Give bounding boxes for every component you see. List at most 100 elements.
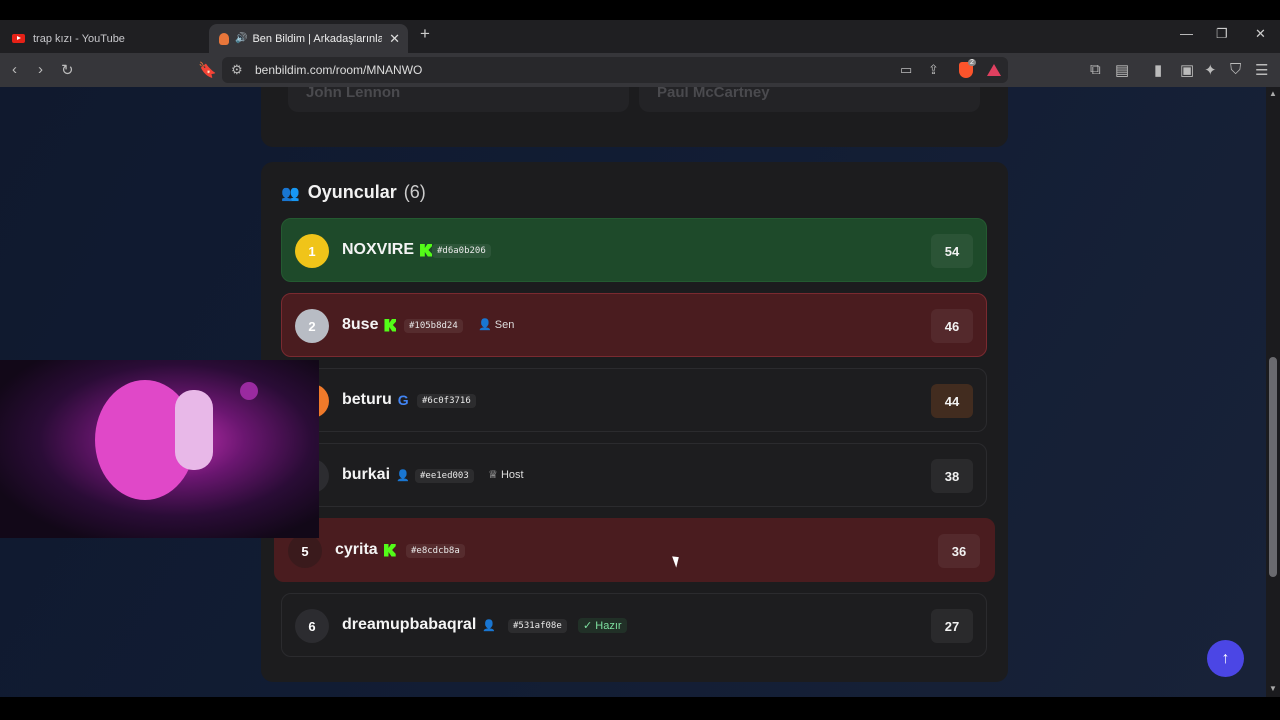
- player-id-tag: #e8cdcb8a: [406, 544, 465, 558]
- new-tab-button[interactable]: +: [420, 24, 430, 44]
- you-text: Sen: [494, 319, 515, 331]
- player-name: dreamupbabaqral: [342, 616, 477, 633]
- reader-icon[interactable]: ▤: [1115, 61, 1129, 79]
- address-bar[interactable]: ⚙ benbildim.com/room/MNANWO ▭ ⇪ 2: [222, 57, 1008, 83]
- page-viewport: John Lennon Paul McCartney 👥 Oyuncular (…: [0, 87, 1266, 697]
- tab-strip: trap kızı - YouTube 🔊 Ben Bildim | Arkad…: [0, 20, 1280, 53]
- brave-rewards-icon[interactable]: [987, 64, 1001, 76]
- rank-badge: 6: [295, 609, 329, 643]
- players-header: 👥 Oyuncular (6): [281, 182, 426, 203]
- player-id-tag: #531af08e: [508, 619, 567, 633]
- you-label: 👤 Sen: [478, 318, 514, 331]
- player-row: 4 burkai 👤 #ee1ed003 ♕ Host 38: [281, 443, 987, 507]
- youtube-icon: [12, 34, 25, 43]
- host-label: ♕ Host: [488, 468, 524, 481]
- player-id-tag: #105b8d24: [404, 319, 463, 333]
- crown-icon: ♕: [488, 469, 498, 481]
- player-score: 54: [931, 234, 973, 268]
- scroll-down-icon[interactable]: ▼: [1269, 684, 1277, 693]
- arrow-up-icon: ↑: [1221, 649, 1230, 667]
- player-score: 38: [931, 459, 973, 493]
- player-name: cyrita: [335, 541, 378, 558]
- site-favicon: [219, 32, 229, 45]
- close-window-icon[interactable]: ✕: [1255, 26, 1266, 42]
- kick-icon: [420, 243, 433, 257]
- tab-title: trap kızı - YouTube: [33, 32, 125, 45]
- rank-badge: 2: [295, 309, 329, 343]
- page-scrollbar[interactable]: ▲ ▼: [1266, 87, 1280, 697]
- player-name-wrap: NOXVIRE: [342, 241, 433, 259]
- player-name-wrap: dreamupbabaqral 👤: [342, 616, 496, 634]
- reload-icon[interactable]: ↻: [61, 61, 74, 79]
- player-name-wrap: cyrita: [335, 541, 396, 559]
- answer-option[interactable]: John Lennon: [288, 87, 629, 112]
- player-name: beturu: [342, 391, 392, 408]
- player-score: 36: [938, 534, 980, 568]
- player-name: NOXVIRE: [342, 241, 415, 258]
- minimize-icon[interactable]: —: [1180, 26, 1193, 41]
- back-to-top-button[interactable]: ↑: [1207, 640, 1244, 677]
- player-score: 46: [931, 309, 973, 343]
- forward-icon[interactable]: ›: [38, 61, 43, 78]
- user-icon: 👤: [478, 319, 492, 331]
- wallet-icon[interactable]: ▣: [1180, 61, 1194, 79]
- shields-count-badge: 2: [968, 59, 976, 66]
- player-row: 1 NOXVIRE #d6a0b206 54: [281, 218, 987, 282]
- player-score: 44: [931, 384, 973, 418]
- player-name-wrap: 8use: [342, 316, 397, 334]
- players-title: Oyuncular: [307, 182, 397, 202]
- screen-top-bar: [0, 0, 1280, 20]
- tab-youtube[interactable]: trap kızı - YouTube: [4, 24, 204, 53]
- tab-benbildim[interactable]: 🔊 Ben Bildim | Arkadaşlarınla Oyna ✕: [209, 24, 408, 53]
- rank-badge: 1: [295, 234, 329, 268]
- neon-logo-icon: [240, 382, 258, 400]
- player-name-wrap: burkai 👤: [342, 466, 410, 484]
- player-name: burkai: [342, 466, 391, 483]
- menu-icon[interactable]: ☰: [1255, 61, 1268, 79]
- google-icon: G: [397, 392, 409, 408]
- screen-bottom-bar: [0, 697, 1280, 720]
- navigation-bar: ‹ › ↻ 🔖 ⚙ benbildim.com/room/MNANWO ▭ ⇪ …: [0, 53, 1280, 87]
- player-name-wrap: beturu G: [342, 391, 409, 409]
- headphones: [175, 390, 213, 470]
- cast-icon[interactable]: ▭: [900, 62, 912, 78]
- close-tab-icon[interactable]: ✕: [389, 31, 400, 47]
- ready-badge: ✓ Hazır: [578, 618, 627, 633]
- kick-icon: [384, 318, 397, 332]
- tab-title: Ben Bildim | Arkadaşlarınla Oyna: [252, 32, 383, 45]
- guest-user-icon: 👤: [396, 469, 410, 482]
- leo-ai-icon[interactable]: ✦: [1204, 61, 1217, 79]
- users-icon: 👥: [281, 184, 300, 202]
- player-row: 6 dreamupbabaqral 👤 #531af08e ✓ Hazır 27: [281, 593, 987, 657]
- webcam-overlay: [0, 360, 319, 538]
- scroll-up-icon[interactable]: ▲: [1269, 89, 1277, 98]
- share-icon[interactable]: ⇪: [928, 62, 939, 78]
- player-id-tag: #6c0f3716: [417, 394, 476, 408]
- site-settings-icon[interactable]: ⚙: [231, 62, 243, 78]
- answer-option[interactable]: Paul McCartney: [639, 87, 980, 112]
- sidebar-icon[interactable]: ▮: [1154, 61, 1162, 79]
- player-row-self: 2 8use #105b8d24 👤 Sen 46: [281, 293, 987, 357]
- player-row-hovered[interactable]: 5 cyrita #e8cdcb8a 36: [274, 518, 995, 582]
- vpn-icon[interactable]: ⛉: [1230, 61, 1241, 78]
- players-panel: 👥 Oyuncular (6) 1 NOXVIRE #d6a0b206 54 2…: [261, 162, 1008, 682]
- back-icon[interactable]: ‹: [12, 61, 17, 78]
- scrollbar-thumb[interactable]: [1269, 357, 1277, 577]
- bookmark-icon[interactable]: 🔖: [198, 61, 217, 79]
- guest-user-icon: 👤: [482, 619, 496, 632]
- player-id-tag: #d6a0b206: [432, 244, 491, 258]
- url-text[interactable]: benbildim.com/room/MNANWO: [255, 63, 422, 77]
- kick-icon: [383, 543, 396, 557]
- check-circle-icon: ✓: [583, 620, 593, 632]
- player-score: 27: [931, 609, 973, 643]
- player-id-tag: #ee1ed003: [415, 469, 474, 483]
- players-count: (6): [403, 182, 426, 202]
- host-text: Host: [500, 469, 524, 481]
- rank-badge: 5: [288, 534, 322, 568]
- extensions-icon[interactable]: ⧉: [1090, 61, 1101, 78]
- restore-icon[interactable]: ❐: [1216, 26, 1228, 42]
- player-row: 3 beturu G #6c0f3716 44: [281, 368, 987, 432]
- speaker-icon[interactable]: 🔊: [235, 33, 247, 44]
- player-name: 8use: [342, 316, 379, 333]
- ready-text: Hazır: [595, 620, 622, 632]
